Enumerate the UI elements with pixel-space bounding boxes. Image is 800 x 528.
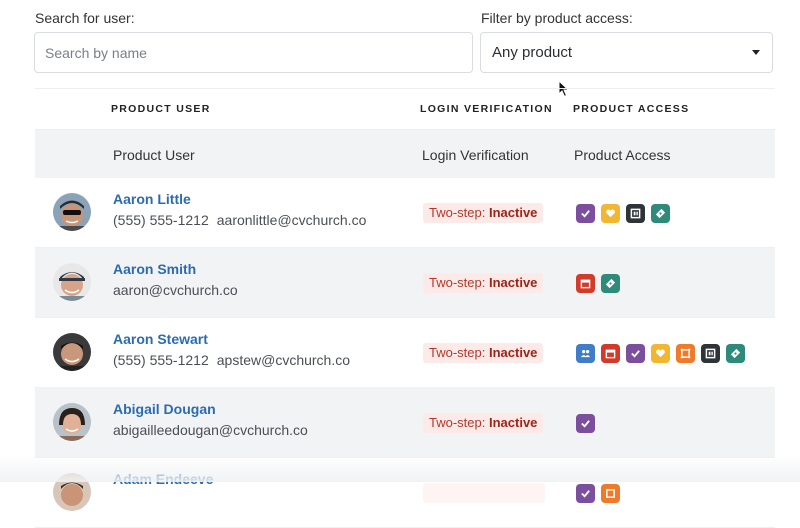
column-header-product-access[interactable]: PRODUCT ACCESS: [573, 103, 689, 115]
two-step-badge: Two-step: Inactive: [423, 343, 544, 363]
product-access-icons: [576, 414, 595, 433]
user-name-link[interactable]: Abigail Dougan: [113, 401, 216, 417]
user-name-link[interactable]: Aaron Little: [113, 191, 191, 207]
table-header: PRODUCT USER LOGIN VERIFICATION PRODUCT …: [35, 88, 775, 130]
check-icon[interactable]: [626, 344, 645, 363]
publishing-icon[interactable]: [701, 344, 720, 363]
table-row[interactable]: Aaron Little (555) 555-1212 aaronlittle@c…: [35, 178, 775, 248]
column-header-product-user[interactable]: PRODUCT USER: [111, 103, 211, 115]
badge-status: Inactive: [488, 275, 538, 290]
product-access-icons: [576, 274, 620, 293]
avatar: [53, 473, 91, 511]
avatar: [53, 403, 91, 441]
badge-status: Inactive: [488, 415, 538, 430]
two-step-badge: Two-step: Inactive: [423, 203, 544, 223]
user-phone: (555) 555-1212: [113, 212, 209, 228]
groups-icon[interactable]: [676, 344, 695, 363]
ticket-icon[interactable]: [651, 204, 670, 223]
users-table: PRODUCT USER LOGIN VERIFICATION PRODUCT …: [35, 88, 775, 528]
two-step-badge: Two-step: Inactive: [423, 413, 544, 433]
user-name-link[interactable]: Adam Endeeve: [113, 471, 213, 487]
column-header-login-verification[interactable]: LOGIN VERIFICATION: [420, 103, 553, 115]
product-access-icons: [576, 344, 745, 363]
search-input[interactable]: [35, 33, 472, 72]
chevron-down-icon: [752, 50, 760, 55]
badge-status: Inactive: [488, 205, 538, 220]
subheader-login-verification: Login Verification: [422, 147, 529, 163]
user-contact: aaron@cvchurch.co: [113, 282, 238, 298]
product-filter-select[interactable]: Any product: [480, 32, 773, 73]
product-filter-value: Any product: [492, 44, 573, 61]
ticket-icon[interactable]: [726, 344, 745, 363]
heart-icon[interactable]: [651, 344, 670, 363]
table-row[interactable]: Aaron Stewart (555) 555-1212 apstew@cvchu…: [35, 318, 775, 388]
calendar-icon[interactable]: [601, 344, 620, 363]
two-step-badge: [423, 483, 545, 503]
user-phone: (555) 555-1212: [113, 352, 209, 368]
product-access-icons: [576, 484, 620, 503]
user-email: aaron@cvchurch.co: [113, 282, 238, 298]
badge-prefix: Two-step:: [429, 415, 486, 430]
table-subheader: Product User Login Verification Product …: [35, 130, 775, 178]
subheader-product-access: Product Access: [574, 147, 671, 163]
user-contact: (555) 555-1212 aaronlittle@cvchurch.co: [113, 212, 366, 228]
user-email: abigailleedougan@cvchurch.co: [113, 422, 308, 438]
check-icon[interactable]: [576, 414, 595, 433]
badge-prefix: Two-step:: [429, 345, 486, 360]
heart-icon[interactable]: [601, 204, 620, 223]
table-row[interactable]: Abigail Dougan abigailleedougan@cvchurch…: [35, 388, 775, 458]
calendar-icon[interactable]: [576, 274, 595, 293]
search-label: Search for user:: [35, 10, 135, 26]
groups-icon[interactable]: [601, 484, 620, 503]
product-access-icons: [576, 204, 670, 223]
check-icon[interactable]: [576, 484, 595, 503]
ticket-icon[interactable]: [601, 274, 620, 293]
badge-status: Inactive: [488, 345, 538, 360]
table-row[interactable]: Adam Endeeve: [35, 458, 775, 528]
avatar: [53, 193, 91, 231]
user-email: apstew@cvchurch.co: [216, 352, 351, 368]
user-name-link[interactable]: Aaron Stewart: [113, 331, 208, 347]
user-email: aaronlittle@cvchurch.co: [216, 212, 367, 228]
search-field[interactable]: [34, 32, 473, 73]
user-contact: abigailleedougan@cvchurch.co: [113, 422, 308, 438]
table-row[interactable]: Aaron Smith aaron@cvchurch.co Two-step: …: [35, 248, 775, 318]
badge-prefix: Two-step:: [429, 205, 486, 220]
user-name-link[interactable]: Aaron Smith: [113, 261, 196, 277]
two-step-badge: Two-step: Inactive: [423, 273, 544, 293]
publishing-icon[interactable]: [626, 204, 645, 223]
avatar: [53, 333, 91, 371]
filter-label: Filter by product access:: [481, 10, 633, 26]
subheader-product-user: Product User: [113, 147, 195, 163]
badge-prefix: Two-step:: [429, 275, 486, 290]
avatar: [53, 263, 91, 301]
user-contact: (555) 555-1212 apstew@cvchurch.co: [113, 352, 350, 368]
people-icon[interactable]: [576, 344, 595, 363]
check-icon[interactable]: [576, 204, 595, 223]
